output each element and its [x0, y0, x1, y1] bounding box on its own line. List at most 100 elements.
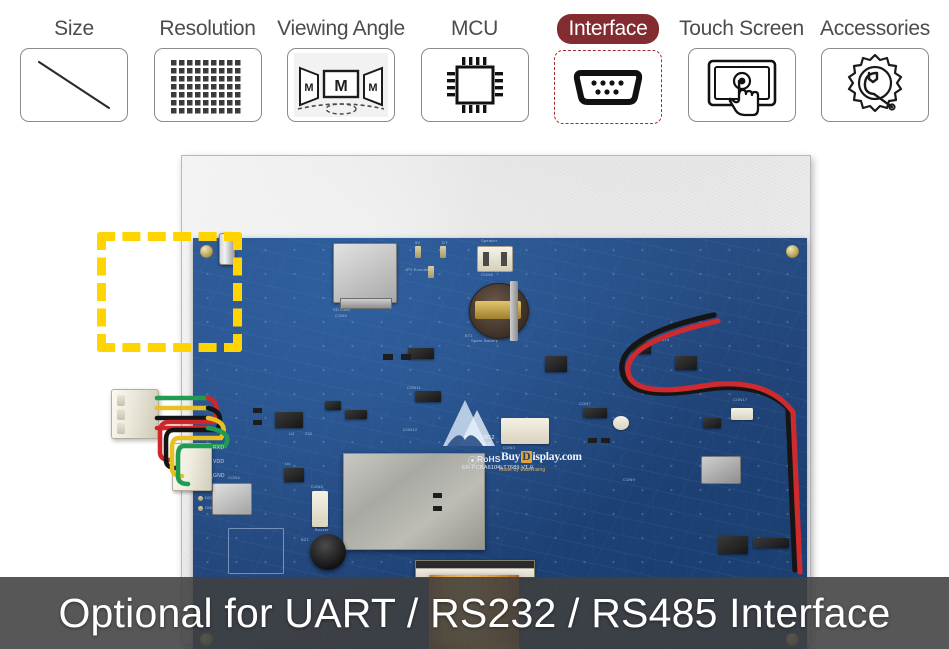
resistor — [433, 506, 442, 511]
silk-vdd: VDD — [213, 459, 225, 465]
nav-item-touch-screen[interactable]: Touch Screen — [679, 0, 804, 122]
switch-button — [613, 416, 629, 430]
chip-icon — [446, 57, 503, 113]
card-slot-con4 — [212, 483, 252, 515]
svg-text:M: M — [368, 82, 377, 94]
nav-icon-box-viewing-angle[interactable]: M M M — [287, 48, 395, 122]
ic-small — [703, 418, 721, 428]
caption-band: Optional for UART / RS232 / RS485 Interf… — [0, 577, 949, 649]
silk-spare-battery: Spare Battery — [471, 338, 499, 343]
silk-con10: CON10 — [655, 337, 670, 342]
resistor — [433, 493, 442, 498]
diagonal-line-icon — [37, 60, 111, 110]
touch-hand-icon — [707, 59, 776, 117]
brand-text: Buy — [501, 451, 521, 463]
product-interface-page: Size Resolution Viewing Angle M M M MCU … — [0, 0, 949, 649]
silk-con6: CON6 — [335, 313, 347, 318]
silk-u4: U4 — [285, 461, 291, 466]
product-photo: SD Card CON6 JP2 Encoder 5V DT Speaker C… — [0, 140, 949, 649]
silk-5v: 5V — [415, 240, 421, 245]
ic-small — [675, 356, 697, 370]
sd-card-slot — [333, 243, 397, 309]
coin-battery-holder — [469, 281, 529, 341]
silk-con8b: CON8 — [311, 484, 323, 489]
resistor — [508, 378, 517, 383]
resistor — [493, 390, 502, 395]
silk-u2: U2 — [289, 431, 295, 436]
screw-hole — [786, 245, 799, 258]
silk-sd-card: SD Card — [333, 307, 350, 312]
ic-small — [633, 342, 651, 354]
nav-item-interface[interactable]: Interface — [548, 0, 668, 124]
eastrising-logo-icon — [425, 388, 511, 448]
ic-small — [325, 401, 341, 410]
resistor — [588, 438, 597, 443]
nav-item-viewing-angle[interactable]: Viewing Angle M M M — [277, 0, 405, 122]
silk-encoder: JP2 Encoder — [405, 267, 431, 272]
speaker-connector — [477, 246, 513, 272]
pad — [198, 506, 203, 511]
resistor — [313, 358, 322, 363]
nav-label-interface: Interface — [557, 14, 659, 44]
nav-label-resolution: Resolution — [159, 17, 256, 40]
nav-icon-box-size[interactable] — [20, 48, 128, 122]
nav-icon-box-accessories[interactable] — [821, 48, 929, 122]
resistor — [297, 358, 306, 363]
silk-dt: DT — [442, 240, 448, 245]
gear-wrench-icon — [847, 53, 903, 113]
nav-label-mcu: MCU — [451, 17, 498, 40]
nav-label-accessories: Accessories — [820, 17, 930, 40]
pad — [440, 246, 446, 258]
silk-bt1: BT1 — [465, 333, 473, 338]
nav-icon-box-resolution[interactable] — [153, 48, 262, 122]
ic-small — [345, 410, 367, 419]
connector — [731, 408, 753, 420]
fpc-connector — [583, 408, 607, 418]
jst-connector-housing — [111, 389, 159, 439]
silk-232: 232 — [305, 431, 313, 436]
silk-rohs: RoHS — [477, 454, 501, 464]
resistor — [401, 354, 411, 360]
dsub-connector-icon — [573, 70, 643, 105]
resistor — [601, 438, 610, 443]
pad — [198, 496, 203, 501]
resistor — [493, 378, 502, 383]
silk-con4: CON4 — [228, 475, 240, 480]
caption-text: Optional for UART / RS232 / RS485 Interf… — [58, 589, 891, 636]
nav-label-touch-screen: Touch Screen — [679, 17, 804, 40]
uart-connector-highlight-box — [97, 232, 242, 352]
buzzer — [310, 534, 346, 570]
nav-icon-box-interface[interactable] — [554, 50, 662, 124]
brand-text-2: isplay.com — [532, 451, 582, 463]
connector-con8b — [312, 491, 328, 527]
silk-rxd: RXD — [213, 445, 225, 451]
silk-outline — [228, 528, 284, 574]
ic-u2 — [275, 412, 303, 428]
resistor — [253, 420, 262, 425]
pcb-uart-header — [172, 443, 212, 491]
nav-item-resolution[interactable]: Resolution — [148, 0, 268, 122]
nav-icon-box-touch-screen[interactable] — [687, 48, 796, 122]
nav-item-size[interactable]: Size — [14, 0, 134, 122]
svg-text:M: M — [304, 82, 313, 94]
nav-item-accessories[interactable]: Accessories — [815, 0, 935, 122]
silk-speaker: Speaker — [481, 238, 498, 243]
silk-buzzer: Buzzer — [315, 527, 329, 532]
nav-label-viewing-angle: Viewing Angle — [277, 17, 405, 40]
silk-brand: Buy Display.com — [501, 451, 582, 463]
nav-item-mcu[interactable]: MCU — [415, 0, 535, 122]
nav-icon-box-mcu[interactable] — [420, 48, 529, 122]
ic-small — [753, 538, 789, 548]
brand-d-badge: D — [520, 451, 532, 463]
silk-con17: CON17 — [733, 397, 748, 402]
fpc-connector — [408, 348, 434, 359]
silk-bz1: BZ1 — [301, 537, 309, 542]
svg-text:M: M — [334, 78, 347, 95]
silk-gnd2: GND — [213, 473, 225, 479]
ic-small — [545, 356, 567, 372]
silk-con8: CON8 — [481, 272, 493, 277]
silk-brand-suffix: Made by EastRising — [499, 467, 546, 473]
spec-category-nav: Size Resolution Viewing Angle M M M MCU … — [0, 0, 949, 140]
viewing-angle-icon: M M M — [294, 53, 388, 117]
nav-label-size: Size — [54, 17, 94, 40]
